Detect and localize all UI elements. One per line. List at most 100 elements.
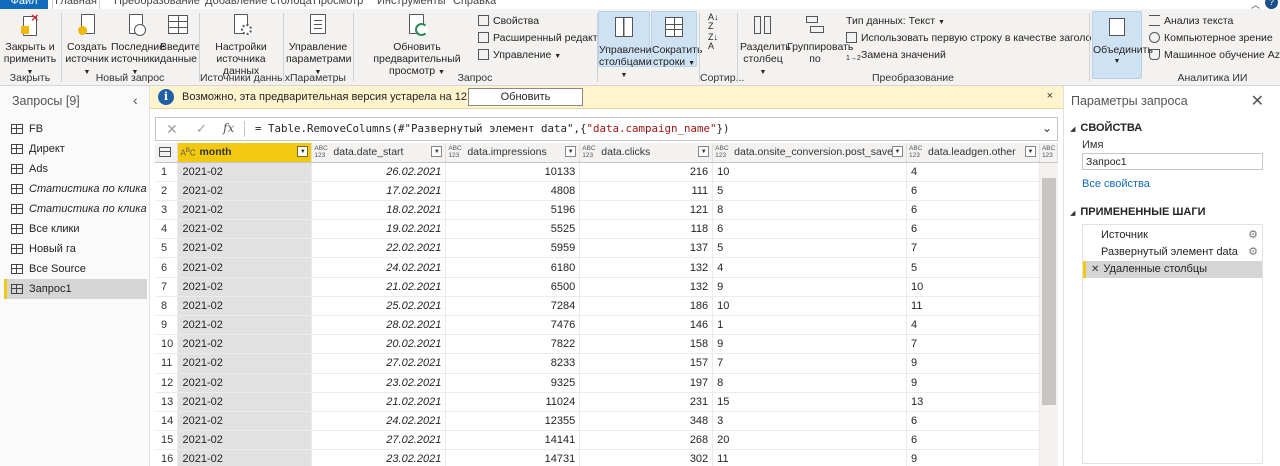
cell-leadgen-other[interactable]: 6: [906, 430, 1040, 451]
close-icon[interactable]: ✕: [1251, 91, 1264, 111]
cell-date-start[interactable]: 23.02.2021: [311, 449, 447, 466]
cell-post-save[interactable]: 1: [712, 315, 908, 336]
cell-leadgen-other[interactable]: 6: [906, 411, 1040, 432]
column-header-month[interactable]: ABC month ▼: [177, 143, 313, 163]
table-corner-menu[interactable]: [155, 143, 179, 163]
column-header-clicks[interactable]: ABC 123 data.clicks ▼: [579, 143, 714, 163]
row-number[interactable]: 8: [155, 296, 179, 317]
cell-date-start[interactable]: 27.02.2021: [311, 353, 447, 374]
cell-clicks[interactable]: 118: [579, 219, 714, 240]
cell-clicks[interactable]: 111: [579, 181, 714, 201]
cell-leadgen-other[interactable]: 5: [906, 257, 1040, 278]
cell-month[interactable]: 2021-02: [177, 296, 313, 317]
sort-ascending-icon[interactable]: A↓ Z: [708, 13, 719, 31]
cell-post-save[interactable]: 4: [712, 257, 908, 278]
cell-leadgen-other[interactable]: 7: [906, 334, 1040, 355]
cell-clicks[interactable]: 121: [579, 200, 714, 221]
query-item-all-clicks[interactable]: Все клики: [4, 219, 147, 239]
recent-sources-button[interactable]: Последние источники ▼: [111, 12, 165, 79]
cell-month[interactable]: 2021-02: [177, 162, 313, 182]
cell-date-start[interactable]: 21.02.2021: [311, 277, 447, 297]
reduce-rows-button[interactable]: Сократить строки ▼: [651, 11, 702, 68]
row-number[interactable]: 11: [155, 353, 179, 374]
table-row[interactable]: 2 2021-02 17.02.2021 4808 111 5 6: [155, 181, 1058, 201]
table-row[interactable]: 3 2021-02 18.02.2021 5196 121 8 6: [155, 200, 1058, 221]
first-row-headers-button[interactable]: Использовать первую строку в качестве за…: [846, 31, 1123, 47]
azure-ml-button[interactable]: Машинное обучение Azure: [1149, 48, 1280, 62]
cell-leadgen-other[interactable]: 7: [906, 238, 1040, 259]
advanced-editor-button[interactable]: Расширенный редактор: [478, 31, 609, 45]
manage-button[interactable]: Управление ▼: [478, 48, 561, 64]
cell-month[interactable]: 2021-02: [177, 449, 313, 466]
properties-section-header[interactable]: ◢ СВОЙСТВА: [1070, 122, 1142, 134]
query-item-click-stats-1[interactable]: Статистика по клика...: [4, 179, 147, 199]
row-number[interactable]: 16: [155, 449, 179, 466]
cell-impressions[interactable]: 5525: [445, 219, 581, 240]
combine-button[interactable]: Объединить ▼: [1092, 11, 1153, 79]
cell-month[interactable]: 2021-02: [177, 373, 313, 393]
vision-button[interactable]: Компьютерное зрение: [1149, 31, 1273, 45]
tab-file[interactable]: Файл: [0, 0, 48, 9]
gear-icon[interactable]: ⚙: [1248, 227, 1258, 244]
cell-post-save[interactable]: 15: [712, 392, 908, 412]
refresh-preview-button[interactable]: Обновить предварительный просмотр ▼: [356, 12, 478, 79]
cell-impressions[interactable]: 9325: [445, 373, 581, 393]
tab-help[interactable]: Справка: [453, 0, 496, 9]
text-analytics-button[interactable]: Анализ текста: [1149, 14, 1233, 28]
table-row[interactable]: 1 2021-02 26.02.2021 10133 216 10 4: [155, 162, 1058, 182]
filter-dropdown-icon[interactable]: ▼: [297, 146, 309, 157]
cell-month[interactable]: 2021-02: [177, 257, 313, 278]
cell-leadgen-other[interactable]: 9: [906, 353, 1040, 374]
column-header-leadgen-other[interactable]: ABC 123 data.leadgen.other ▼: [906, 143, 1040, 163]
cell-date-start[interactable]: 22.02.2021: [311, 238, 447, 259]
cell-post-save[interactable]: 7: [712, 353, 908, 374]
query-item-query1[interactable]: Запрос1: [4, 279, 147, 299]
cell-clicks[interactable]: 216: [579, 162, 714, 182]
cell-date-start[interactable]: 28.02.2021: [311, 315, 447, 336]
cell-impressions[interactable]: 14141: [445, 430, 581, 451]
cell-post-save[interactable]: 5: [712, 238, 908, 259]
tab-view[interactable]: Просмотр: [313, 0, 363, 9]
table-row[interactable]: 6 2021-02 24.02.2021 6180 132 4 5: [155, 257, 1058, 278]
query-item-fb[interactable]: FB: [4, 119, 147, 139]
cell-impressions[interactable]: 11024: [445, 392, 581, 412]
chevron-down-icon[interactable]: ⌄: [1042, 121, 1052, 135]
close-icon[interactable]: ×: [1047, 90, 1053, 102]
cell-impressions[interactable]: 8233: [445, 353, 581, 374]
row-number[interactable]: 1: [155, 162, 179, 182]
filter-dropdown-icon[interactable]: ▼: [1024, 146, 1036, 157]
cell-month[interactable]: 2021-02: [177, 334, 313, 355]
row-number[interactable]: 3: [155, 200, 179, 221]
cell-date-start[interactable]: 24.02.2021: [311, 411, 447, 432]
help-icon[interactable]: ?: [1265, 0, 1278, 9]
cell-leadgen-other[interactable]: 6: [906, 181, 1040, 201]
query-item-ads[interactable]: Ads: [4, 159, 147, 179]
sort-descending-icon[interactable]: Z↓ A: [708, 33, 718, 51]
replace-values-button[interactable]: 1→2Замена значений: [846, 48, 946, 64]
refresh-button[interactable]: Обновить: [468, 88, 583, 106]
filter-dropdown-icon[interactable]: ▼: [565, 146, 577, 157]
cell-month[interactable]: 2021-02: [177, 238, 313, 259]
manage-columns-button[interactable]: Управление столбцами ▼: [598, 11, 657, 79]
cell-post-save[interactable]: 10: [712, 162, 908, 182]
cell-month[interactable]: 2021-02: [177, 353, 313, 374]
data-source-settings-button[interactable]: Настройки источника данных: [202, 12, 280, 77]
table-row[interactable]: 16 2021-02 23.02.2021 14731 302 11 9: [155, 449, 1058, 466]
cell-leadgen-other[interactable]: 9: [906, 373, 1040, 393]
cell-impressions[interactable]: 5196: [445, 200, 581, 221]
cell-post-save[interactable]: 20: [712, 430, 908, 451]
data-type-dropdown[interactable]: Тип данных: Текст ▼: [846, 14, 945, 30]
create-source-button[interactable]: Создать источник ▼: [64, 12, 110, 79]
properties-button[interactable]: Свойства: [478, 14, 539, 28]
cell-leadgen-other[interactable]: 4: [906, 315, 1040, 336]
cell-impressions[interactable]: 7476: [445, 315, 581, 336]
cell-date-start[interactable]: 26.02.2021: [311, 162, 447, 182]
table-row[interactable]: 10 2021-02 20.02.2021 7822 158 9 7: [155, 334, 1058, 355]
all-properties-link[interactable]: Все свойства: [1082, 178, 1150, 190]
row-number[interactable]: 9: [155, 315, 179, 336]
cell-clicks[interactable]: 186: [579, 296, 714, 317]
row-number[interactable]: 2: [155, 181, 179, 201]
cell-post-save[interactable]: 6: [712, 219, 908, 240]
cell-clicks[interactable]: 302: [579, 449, 714, 466]
cell-post-save[interactable]: 10: [712, 296, 908, 317]
